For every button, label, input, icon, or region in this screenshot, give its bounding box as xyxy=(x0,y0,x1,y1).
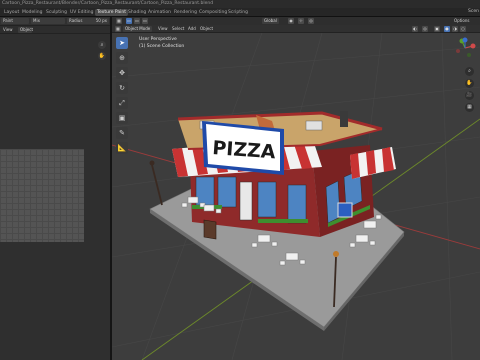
3d-viewport[interactable]: PIZZA ▦ ▭ ▭ ▭ Global ◉ ⊹ ◎ Options ▦ Obj… xyxy=(112,17,480,360)
shading-material-icon[interactable]: ◑ xyxy=(452,26,458,32)
tab-scripting[interactable]: Scripting xyxy=(226,9,250,16)
snap-icon[interactable]: ⊹ xyxy=(298,18,304,24)
object-mode-dropdown[interactable]: Object Mode xyxy=(123,26,153,32)
viewport-subheader: ▦ Object Mode View Select Add Object ◐ ◎… xyxy=(112,25,480,33)
window-title: Cartoon_Pizza_Restaurant/Blender/Cartoon… xyxy=(2,1,214,6)
radius-label: Radius xyxy=(69,18,83,23)
tab-shading[interactable]: Shading xyxy=(126,9,148,16)
blend-mode-dropdown[interactable]: Mix xyxy=(31,18,65,24)
navigation-gizmo[interactable] xyxy=(454,37,476,59)
tab-rendering[interactable]: Rendering xyxy=(172,9,199,16)
image-editor-panel: Paint Mix Radius 50 px View Object ⌕ ✋ xyxy=(0,17,110,360)
radius-value: 50 px xyxy=(95,18,107,23)
transform-orientation-dropdown[interactable]: Global xyxy=(262,18,279,24)
image-view-menu[interactable]: View xyxy=(3,27,13,33)
hand-icon[interactable]: ✋ xyxy=(98,52,106,60)
paint-mode-dropdown[interactable]: Paint xyxy=(1,18,29,24)
menu-add[interactable]: Add xyxy=(188,26,196,32)
scene-selector[interactable]: Scen xyxy=(468,9,479,14)
viewport-perspective-label: User Perspective xyxy=(139,37,177,42)
lamp-post xyxy=(151,164,163,206)
radius-field[interactable]: Radius 50 px xyxy=(67,18,109,24)
select-extend-icon[interactable]: ▭ xyxy=(134,18,140,24)
chimney xyxy=(340,111,348,127)
rotate-icon[interactable]: ↻ xyxy=(116,82,128,94)
tab-compositing[interactable]: Compositing xyxy=(197,9,229,16)
move-icon[interactable]: ✥ xyxy=(116,67,128,79)
pizza-sign: PIZZA xyxy=(202,121,284,175)
camera-icon[interactable]: 🎥 xyxy=(465,91,474,100)
menu-board xyxy=(203,219,217,240)
select-subtract-icon[interactable]: ▭ xyxy=(142,18,148,24)
pivot-icon[interactable]: ◉ xyxy=(288,18,294,24)
tab-sculpting[interactable]: Sculpting xyxy=(44,9,69,16)
editor-type-icon[interactable]: ▦ xyxy=(116,18,122,24)
shading-solid-icon[interactable]: ● xyxy=(444,26,450,32)
cursor-icon[interactable]: ➤ xyxy=(116,37,128,49)
image-canvas-grid[interactable] xyxy=(0,149,84,242)
object-button[interactable]: Object xyxy=(18,27,33,33)
menu-select[interactable]: Select xyxy=(172,26,184,32)
viewport-toolbar: ➤ ⊕ ✥ ↻ ⤢ ▣ ✎ 📐 xyxy=(116,37,128,157)
front-door xyxy=(239,181,253,221)
visibility-icon[interactable]: ◐ xyxy=(412,26,418,32)
side-sign xyxy=(337,202,353,218)
shading-rendered-icon[interactable]: ○ xyxy=(460,26,466,32)
annotate-icon[interactable]: ✎ xyxy=(116,127,128,139)
proportional-edit-icon[interactable]: ◎ xyxy=(308,18,314,24)
grid-icon[interactable]: ▦ xyxy=(465,103,474,112)
title-bar: Cartoon_Pizza_Restaurant/Blender/Cartoon… xyxy=(0,0,480,8)
scale-icon[interactable]: ⤢ xyxy=(116,97,128,109)
zoom-icon[interactable]: ⌕ xyxy=(98,41,106,49)
image-editor-subheader: View Object xyxy=(0,26,110,34)
tab-modeling[interactable]: Modeling xyxy=(20,9,44,16)
viewport-collection-label: (1) Scene Collection xyxy=(139,44,185,49)
ac-unit xyxy=(305,120,323,131)
viewport-header: ▦ ▭ ▭ ▭ Global ◉ ⊹ ◎ Options xyxy=(112,17,480,25)
3d-cursor-icon[interactable]: ⊕ xyxy=(116,52,128,64)
overlay-icon[interactable]: ◎ xyxy=(422,26,428,32)
3d-scene: PIZZA xyxy=(112,32,480,360)
zoom-icon[interactable]: ⌕ xyxy=(465,67,474,76)
viewport-editor-icon[interactable]: ▦ xyxy=(115,26,121,32)
tab-layout[interactable]: Layout xyxy=(2,9,21,16)
pizza-sign-text: PIZZA xyxy=(212,137,277,163)
xray-icon[interactable]: ▣ xyxy=(434,26,440,32)
measure-icon[interactable]: 📐 xyxy=(116,142,128,154)
transform-icon[interactable]: ▣ xyxy=(116,112,128,124)
select-box-icon[interactable]: ▭ xyxy=(126,18,132,24)
image-editor-header: Paint Mix Radius 50 px xyxy=(0,17,110,26)
tab-texture-paint[interactable]: Texture Paint xyxy=(95,9,129,16)
options-menu[interactable]: Options xyxy=(454,18,469,24)
menu-view[interactable]: View xyxy=(158,26,168,32)
tab-uv-editing[interactable]: UV Editing xyxy=(68,9,95,16)
tab-animation[interactable]: Animation xyxy=(146,9,173,16)
menu-object[interactable]: Object xyxy=(200,26,213,32)
pan-hand-icon[interactable]: ✋ xyxy=(465,79,474,88)
workspace-tabs: Layout Modeling Sculpting UV Editing Tex… xyxy=(0,8,480,17)
